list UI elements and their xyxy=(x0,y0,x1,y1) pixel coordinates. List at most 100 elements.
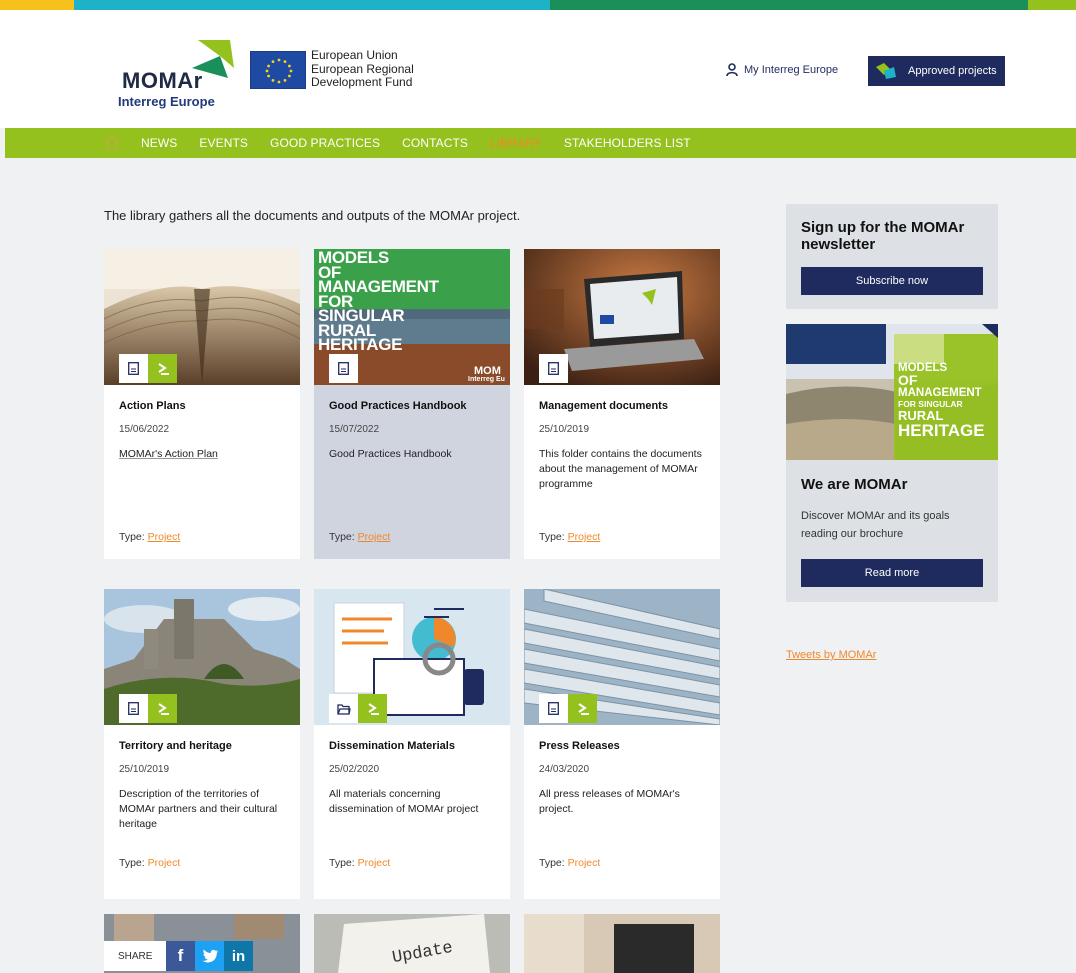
library-card-action-plans[interactable]: Action Plans 15/06/2022 MOMAr's Action P… xyxy=(104,249,300,559)
card-type: Type: Project xyxy=(539,857,600,869)
momar-logo[interactable]: MOMAr Interreg Europe xyxy=(118,38,243,109)
main-nav: NEWS EVENTS GOOD PRACTICES CONTACTS LIBR… xyxy=(5,128,1076,158)
brochure-line-6: HERITAGE xyxy=(898,421,985,440)
card-date: 25/10/2019 xyxy=(119,764,170,775)
nav-item-stakeholders-list[interactable]: STAKEHOLDERS LIST xyxy=(564,136,691,150)
card-date: 15/07/2022 xyxy=(329,424,380,435)
library-card-territory-heritage[interactable]: Territory and heritage 25/10/2019 Descri… xyxy=(104,589,300,899)
nav-item-good-practices[interactable]: GOOD PRACTICES xyxy=(270,136,380,150)
library-intro-text: The library gathers all the documents an… xyxy=(104,208,521,223)
eu-line-2: European Regional xyxy=(311,61,414,76)
newsletter-title: Sign up for the MOMAr newsletter xyxy=(801,219,965,253)
my-interreg-link[interactable]: My Interreg Europe xyxy=(726,63,838,76)
share-label: SHARE xyxy=(104,941,166,971)
top-color-bar xyxy=(0,0,1076,10)
cover-logo-sub: Interreg Eu xyxy=(468,376,505,383)
eu-line-3: Development Fund xyxy=(311,75,413,89)
card-type: Type: Project xyxy=(119,531,180,543)
twitter-share-button[interactable] xyxy=(195,941,224,971)
card-description: All materials concerning dissemination o… xyxy=(329,788,479,815)
eu-flag-icon xyxy=(250,51,306,89)
card-icons xyxy=(539,694,597,723)
facebook-share-button[interactable]: f xyxy=(166,941,195,971)
nav-item-events[interactable]: EVENTS xyxy=(199,136,248,150)
card-date: 25/10/2019 xyxy=(539,424,590,435)
card-description: This folder contains the documents about… xyxy=(539,448,702,490)
read-more-button[interactable]: Read more xyxy=(801,559,983,587)
logo-wordmark: MOMAr xyxy=(122,68,203,93)
card-type-link[interactable]: Project xyxy=(358,857,391,869)
brochure-line-3: MANAGEMENT xyxy=(898,387,982,399)
card-type-label: Type: xyxy=(119,531,145,543)
user-icon xyxy=(726,63,738,76)
nav-item-library[interactable]: LIBRARY xyxy=(490,136,542,150)
card-date: 24/03/2020 xyxy=(539,764,590,775)
facebook-icon: f xyxy=(177,946,184,965)
tweets-link[interactable]: Tweets by MOMAr xyxy=(786,649,876,661)
about-text: Discover MOMAr and its goals reading our… xyxy=(801,510,950,540)
card-title: Management documents xyxy=(539,400,668,412)
eu-line-1: European Union xyxy=(311,48,398,62)
card-title: Dissemination Materials xyxy=(329,740,455,752)
map-pins-icon xyxy=(876,63,896,79)
card-date: 15/06/2022 xyxy=(119,424,170,435)
site-header: MOMAr Interreg Europe European Union Eur… xyxy=(0,10,1076,128)
brochure-line-2: OF xyxy=(898,372,918,388)
approved-projects-label: Approved projects xyxy=(908,65,997,77)
arrow-icon xyxy=(358,694,387,723)
nav-item-news[interactable]: NEWS xyxy=(141,136,177,150)
card-icons xyxy=(329,354,358,383)
card-type: Type: Project xyxy=(539,531,600,543)
linkedin-icon: in xyxy=(231,947,246,965)
document-icon xyxy=(329,354,358,383)
card-type-link[interactable]: Project xyxy=(148,857,181,869)
nav-item-contacts[interactable]: CONTACTS xyxy=(402,136,468,150)
twitter-icon xyxy=(202,949,218,962)
brochure-cover-image[interactable]: MODELS OF MANAGEMENT FOR SINGULAR RURAL … xyxy=(786,324,998,460)
handbook-cover-title: MODELS OF MANAGEMENT FOR SINGULAR RURAL … xyxy=(318,249,439,352)
card-type: Type: Project xyxy=(329,857,390,869)
library-card-dissemination-materials[interactable]: Dissemination Materials 25/02/2020 All m… xyxy=(314,589,510,899)
card-type: Type: Project xyxy=(119,857,180,869)
card-type-link[interactable]: Project xyxy=(568,531,601,543)
arrow-icon xyxy=(148,694,177,723)
card-title: Territory and heritage xyxy=(119,740,232,752)
folder-icon xyxy=(329,694,358,723)
card-type-label: Type: xyxy=(119,857,145,869)
card-description: MOMAr's Action Plan xyxy=(119,448,218,460)
card-icons xyxy=(539,354,568,383)
card-type-link[interactable]: Project xyxy=(358,531,391,543)
card-type-link[interactable]: Project xyxy=(568,857,601,869)
logo-subtitle: Interreg Europe xyxy=(118,94,215,109)
card-description: Description of the territories of MOMAr … xyxy=(119,788,278,830)
library-card-press-releases[interactable]: Press Releases 24/03/2020 All press rele… xyxy=(524,589,720,899)
library-card-bottom-2[interactable]: Update xyxy=(314,914,510,973)
document-icon xyxy=(119,354,148,383)
arrow-icon xyxy=(148,354,177,383)
linkedin-share-button[interactable]: in xyxy=(224,941,253,971)
card-description: All press releases of MOMAr's project. xyxy=(539,788,680,815)
card-description: Good Practices Handbook xyxy=(329,448,452,460)
card-title: Press Releases xyxy=(539,740,620,752)
document-icon xyxy=(539,354,568,383)
card-icons xyxy=(119,354,177,383)
document-icon xyxy=(119,694,148,723)
card-image-camera xyxy=(524,914,720,973)
library-card-management-documents[interactable]: Management documents 25/10/2019 This fol… xyxy=(524,249,720,559)
approved-projects-button[interactable]: Approved projects xyxy=(868,56,1005,86)
document-icon xyxy=(539,694,568,723)
arrow-icon xyxy=(568,694,597,723)
eu-funding-text: European Union European Regional Develop… xyxy=(311,48,414,90)
card-title: Action Plans xyxy=(119,400,186,412)
card-type-label: Type: xyxy=(539,531,565,543)
card-type-label: Type: xyxy=(329,857,355,869)
subscribe-button[interactable]: Subscribe now xyxy=(801,267,983,295)
card-icons xyxy=(119,694,177,723)
library-card-good-practices-handbook[interactable]: MODELS OF MANAGEMENT FOR SINGULAR RURAL … xyxy=(314,249,510,559)
color-bar-yellow xyxy=(0,0,74,10)
home-icon[interactable] xyxy=(105,136,119,150)
my-interreg-label: My Interreg Europe xyxy=(744,63,839,76)
card-type-link[interactable]: Project xyxy=(148,531,181,543)
library-card-bottom-3[interactable] xyxy=(524,914,720,973)
brochure-box: MODELS OF MANAGEMENT FOR SINGULAR RURAL … xyxy=(786,324,998,602)
